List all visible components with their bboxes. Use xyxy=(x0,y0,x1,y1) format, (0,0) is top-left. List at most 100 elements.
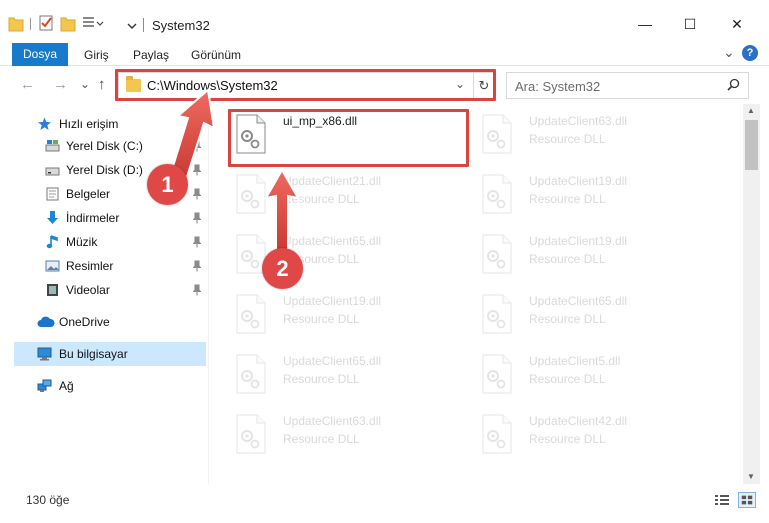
forward-button[interactable]: → xyxy=(53,76,68,93)
nav-item-downloads[interactable]: İndirmeler xyxy=(0,206,206,230)
file-type: Resource DLL xyxy=(283,432,360,446)
drive-d-icon xyxy=(45,167,60,176)
folder-icon xyxy=(8,17,24,32)
scroll-up-arrow[interactable]: ▲ xyxy=(747,106,755,115)
file-type: Resource DLL xyxy=(529,312,606,326)
nav-network[interactable]: Ağ xyxy=(0,374,206,398)
file-item[interactable]: UpdateClient19.dll Resource DLL xyxy=(481,172,717,228)
file-item[interactable]: UpdateClient5.dll Resource DLL xyxy=(481,352,717,408)
file-type: Resource DLL xyxy=(529,372,606,386)
nav-quick-access[interactable]: Hızlı erişim xyxy=(0,112,206,136)
pin-icon[interactable] xyxy=(193,140,201,152)
pin-icon[interactable] xyxy=(193,284,201,296)
pin-icon[interactable] xyxy=(193,236,201,248)
file-name: UpdateClient65.dll xyxy=(283,354,382,368)
pin-icon[interactable] xyxy=(193,212,201,224)
nav-label: Yerel Disk (C:) xyxy=(66,139,143,153)
nav-item-pictures[interactable]: Resimler xyxy=(0,254,206,278)
drive-c-icon xyxy=(45,140,60,152)
file-item[interactable]: UpdateClient63.dll Resource DLL xyxy=(235,412,471,468)
documents-icon xyxy=(46,187,59,201)
status-bar: 130 öğe xyxy=(0,484,769,523)
file-type: Resource DLL xyxy=(529,192,606,206)
nav-label: Ağ xyxy=(59,379,74,393)
maximize-button[interactable]: ☐ xyxy=(682,16,698,32)
file-item[interactable]: UpdateClient19.dll Resource DLL xyxy=(235,292,471,348)
nav-this-pc[interactable]: Bu bilgisayar xyxy=(14,342,206,366)
dll-file-icon xyxy=(482,114,512,154)
tab-file[interactable]: Dosya xyxy=(12,43,68,66)
pin-icon[interactable] xyxy=(193,188,201,200)
minimize-button[interactable]: — xyxy=(637,16,653,32)
vertical-scrollbar[interactable]: ▲ ▼ xyxy=(743,104,760,484)
file-type: Resource DLL xyxy=(283,192,360,206)
file-item[interactable]: UpdateClient63.dll Resource DLL xyxy=(481,112,717,168)
nav-label: Resimler xyxy=(66,259,114,273)
pin-icon[interactable] xyxy=(193,164,201,176)
scroll-thumb[interactable] xyxy=(745,120,758,170)
expand-ribbon-button[interactable]: ⌄ xyxy=(723,44,735,61)
dll-file-icon xyxy=(236,174,266,214)
file-item[interactable]: UpdateClient21.dll Resource DLL xyxy=(235,172,471,228)
file-name: UpdateClient19.dll xyxy=(529,234,628,248)
recent-locations-button[interactable]: ⌄ xyxy=(80,77,90,91)
file-name: UpdateClient65.dll xyxy=(529,294,628,308)
dll-file-icon xyxy=(482,294,512,334)
nav-item-videos[interactable]: Videolar xyxy=(0,278,206,302)
nav-item-music[interactable]: Müzik xyxy=(0,230,206,254)
file-item[interactable]: UpdateClient65.dll Resource DLL xyxy=(481,292,717,348)
nav-label: Belgeler xyxy=(66,187,111,201)
search-icon[interactable] xyxy=(727,78,740,91)
file-name: UpdateClient19.dll xyxy=(283,294,382,308)
back-button[interactable]: ← xyxy=(20,76,35,93)
nav-label: Hızlı erişim xyxy=(59,117,119,131)
search-box[interactable]: Ara: System32 xyxy=(506,72,749,99)
star-icon xyxy=(38,117,51,130)
file-item[interactable]: UpdateClient42.dll Resource DLL xyxy=(481,412,717,468)
search-input[interactable]: Ara: System32 xyxy=(515,79,600,94)
nav-item-drive-c[interactable]: Yerel Disk (C:) xyxy=(0,134,206,158)
navigation-pane: Hızlı erişim Yerel Disk (C:) Yerel Disk … xyxy=(0,104,208,484)
large-icons-view-icon[interactable] xyxy=(738,492,756,508)
file-name: UpdateClient65.dll xyxy=(283,234,382,248)
title-bar: System32 — ☐ ✕ xyxy=(0,0,769,40)
file-type: Resource DLL xyxy=(529,252,606,266)
properties-icon[interactable] xyxy=(38,14,54,32)
help-button[interactable]: ? xyxy=(742,45,758,61)
chevron-down-icon[interactable] xyxy=(127,14,137,32)
file-name: UpdateClient5.dll xyxy=(529,354,621,368)
nav-label: Videolar xyxy=(66,283,110,297)
details-view-icon[interactable] xyxy=(713,492,731,508)
file-type: Resource DLL xyxy=(283,372,360,386)
nav-onedrive[interactable]: OneDrive xyxy=(0,310,206,334)
file-name: UpdateClient21.dll xyxy=(283,174,382,188)
file-item[interactable]: UpdateClient65.dll Resource DLL xyxy=(235,352,471,408)
nav-label: Bu bilgisayar xyxy=(59,347,128,361)
nav-label: OneDrive xyxy=(59,315,110,329)
tab-home[interactable]: Giriş xyxy=(76,44,117,66)
dll-file-icon xyxy=(236,354,266,394)
computer-icon xyxy=(37,347,52,361)
new-folder-icon[interactable] xyxy=(60,14,76,32)
window-title: System32 xyxy=(152,18,210,33)
tab-view[interactable]: Görünüm xyxy=(183,44,249,66)
file-highlight xyxy=(228,109,469,167)
file-type: Resource DLL xyxy=(283,312,360,326)
pin-icon[interactable] xyxy=(193,260,201,272)
ribbon-tabs: Dosya Giriş Paylaş Görünüm ⌄ ? xyxy=(0,40,769,66)
music-icon xyxy=(46,235,58,249)
customize-toolbar-icon[interactable] xyxy=(82,14,104,32)
file-name: UpdateClient63.dll xyxy=(529,114,628,128)
file-type: Resource DLL xyxy=(529,432,606,446)
nav-label: İndirmeler xyxy=(66,211,120,225)
close-button[interactable]: ✕ xyxy=(729,16,745,32)
tab-share[interactable]: Paylaş xyxy=(125,44,177,66)
file-name: UpdateClient19.dll xyxy=(529,174,628,188)
separator xyxy=(30,18,31,30)
nav-label: Müzik xyxy=(66,235,98,249)
pictures-icon xyxy=(45,260,60,272)
videos-icon xyxy=(47,284,58,296)
scroll-down-arrow[interactable]: ▼ xyxy=(747,472,755,481)
file-item[interactable]: UpdateClient19.dll Resource DLL xyxy=(481,232,717,288)
up-button[interactable]: ↑ xyxy=(98,76,106,93)
